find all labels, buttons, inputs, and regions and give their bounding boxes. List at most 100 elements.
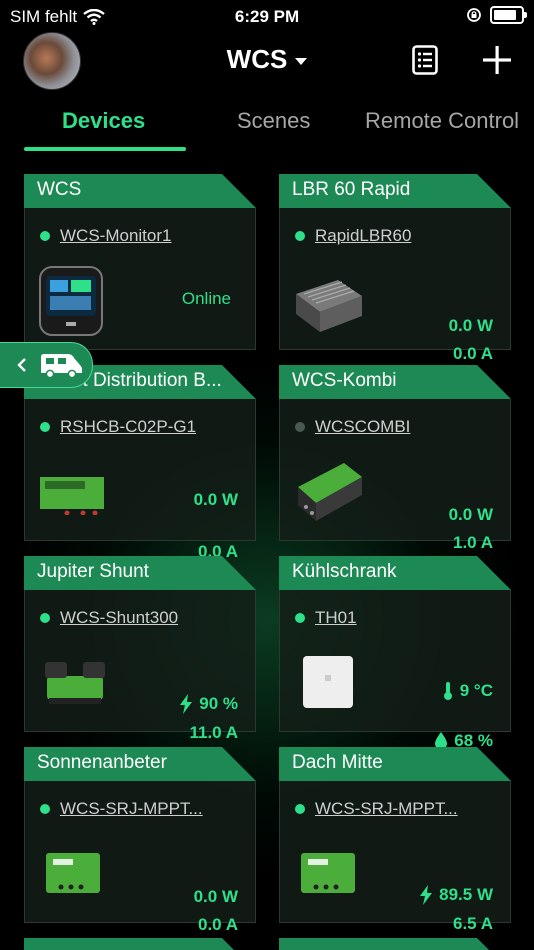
device-id-link[interactable]: WCSCOMBI	[315, 417, 410, 437]
value-primary-row: 89.5 W	[419, 885, 493, 905]
device-status: Online	[181, 289, 231, 308]
card-header: LBR 60 Rapid	[279, 174, 511, 208]
device-name: Dach Mitte	[292, 752, 383, 773]
status-right	[466, 6, 527, 24]
device-id-link[interactable]: WCS-Shunt300	[60, 608, 178, 628]
clock: 6:29 PM	[234, 7, 300, 26]
card-body: WCSCOMBI 0.0 W 1.0 A	[279, 399, 511, 552]
plus-icon[interactable]	[482, 45, 512, 75]
device-name: LBR 60 Rapid	[292, 179, 411, 200]
value-secondary-row: 0.0 A	[198, 915, 238, 935]
value-power: 0.0 W	[193, 887, 238, 906]
card-body: RapidLBR60 0.0 W 0.0 A	[279, 208, 511, 363]
status-dot	[40, 231, 50, 241]
thermometer-icon	[443, 682, 452, 700]
status-dot	[40, 804, 50, 814]
value-power: 0.0 W	[448, 316, 493, 335]
value-secondary-row: 0.0 A	[453, 344, 493, 364]
value-current: 0.0 A	[452, 344, 493, 363]
card-header-partial	[279, 938, 511, 950]
device-name: Kühlschrank	[292, 561, 397, 582]
value-primary-row: 0.0 W	[194, 887, 238, 907]
card-header: Sonnenanbeter	[24, 747, 256, 781]
device-id-link[interactable]: WCS-SRJ-MPPT...	[315, 799, 458, 819]
value-primary-row: 0.0 W	[449, 316, 493, 336]
value-current: 6.5 A	[452, 914, 493, 933]
bolt-icon	[180, 694, 193, 714]
value-temperature: 9 °C	[459, 681, 493, 700]
value-power: 0.0 W	[193, 490, 238, 509]
card-body: WCS-Monitor1 Online	[24, 208, 256, 350]
device-card[interactable]: Jupiter Shunt WCS-Shunt300 90 % 11.0 A	[24, 556, 256, 742]
home-selector[interactable]: WCS	[0, 44, 534, 75]
card-header: WCS	[24, 174, 256, 208]
list-icon[interactable]	[412, 45, 438, 75]
status-bar: SIM fehlt 6:29 PM	[0, 0, 534, 34]
tab-active-indicator	[24, 147, 186, 151]
value-current: 0.0 A	[197, 915, 238, 934]
value-primary-row: 90 %	[179, 694, 238, 714]
device-card[interactable]: WCS WCS-Monitor1 Online	[24, 174, 256, 350]
device-card[interactable]: Dach Mitte WCS-SRJ-MPPT... 89.5 W 6.5 A	[279, 747, 511, 933]
device-id-link[interactable]: WCS-SRJ-MPPT...	[60, 799, 203, 819]
value-power: 0.0 W	[448, 505, 493, 524]
mppt-image	[46, 853, 100, 893]
monitor-image	[39, 266, 103, 336]
card-header: WCS-Kombi	[279, 365, 511, 399]
card-header: Dach Mitte	[279, 747, 511, 781]
device-id-link[interactable]: RSHCB-C02P-G1	[60, 417, 196, 437]
status-dot	[295, 422, 305, 432]
device-card[interactable]: Sonnenanbeter WCS-SRJ-MPPT... 0.0 W 0.0 …	[24, 747, 256, 934]
value-secondary-row: 6.5 A	[453, 914, 493, 934]
device-card[interactable]: LBR 60 Rapid RapidLBR60 0.0 W 0.0 A	[279, 174, 511, 363]
sensor-image	[303, 656, 353, 708]
value-current: 11.0 A	[189, 723, 238, 742]
card-body: WCS-Shunt300 90 % 11.0 A	[24, 590, 256, 742]
chevron-down-icon	[295, 57, 308, 65]
device-name: WCS-Kombi	[292, 370, 397, 391]
tab-scenes[interactable]: Scenes	[237, 108, 310, 134]
lock-rotation-icon	[467, 8, 481, 22]
tab-remote-control[interactable]: Remote Control	[365, 108, 519, 134]
status-dot	[295, 231, 305, 241]
card-header: Kühlschrank	[279, 556, 511, 590]
card-body: WCS-SRJ-MPPT... 0.0 W 0.0 A	[24, 781, 256, 934]
value-primary-row: 0.0 W	[194, 490, 238, 510]
kombi-image	[298, 463, 362, 521]
tab-devices[interactable]: Devices	[62, 108, 145, 134]
card-body: TH01 9 °C 68 %	[279, 590, 511, 750]
card-header: Jupiter Shunt	[24, 556, 256, 590]
battery-icon	[490, 6, 527, 24]
status-dot	[295, 804, 305, 814]
card-body: RSHCB-C02P-G1 0.0 W 0.0 A	[24, 399, 256, 561]
device-name: WCS	[37, 179, 82, 200]
page-title: WCS	[226, 44, 288, 74]
value-soc: 90 %	[199, 694, 238, 713]
card-header-partial	[24, 938, 256, 950]
shunt-image	[45, 662, 105, 704]
status-dot	[295, 613, 305, 623]
mppt-image	[301, 853, 355, 893]
device-id-link[interactable]: TH01	[315, 608, 357, 628]
status-dot	[40, 422, 50, 432]
device-card[interactable]: Kühlschrank TH01 9 °C 68 %	[279, 556, 511, 750]
device-card[interactable]: Smart Distribution B... RSHCB-C02P-G1 0.…	[24, 365, 256, 561]
tab-bar: Devices Scenes Remote Control	[0, 105, 534, 153]
device-id-link[interactable]: WCS-Monitor1	[60, 226, 171, 246]
device-card[interactable]: WCS-Kombi WCSCOMBI 0.0 W 1.0 A	[279, 365, 511, 552]
card-body: WCS-SRJ-MPPT... 89.5 W 6.5 A	[279, 781, 511, 933]
bolt-icon	[420, 885, 433, 905]
value-secondary-row: 1.0 A	[453, 533, 493, 553]
device-name: Jupiter Shunt	[37, 561, 149, 582]
charger-image	[296, 280, 362, 332]
device-id-link[interactable]: RapidLBR60	[315, 226, 411, 246]
value-primary-row: 0.0 W	[449, 505, 493, 525]
device-name: Sonnenanbeter	[37, 752, 167, 773]
camper-side-tab[interactable]	[0, 342, 93, 388]
camper-icon	[41, 354, 82, 379]
chevron-left-icon	[17, 358, 26, 372]
value-power: 89.5 W	[439, 885, 493, 904]
distribution-board-image	[40, 477, 104, 515]
value-current: 1.0 A	[452, 533, 493, 552]
status-dot	[40, 613, 50, 623]
